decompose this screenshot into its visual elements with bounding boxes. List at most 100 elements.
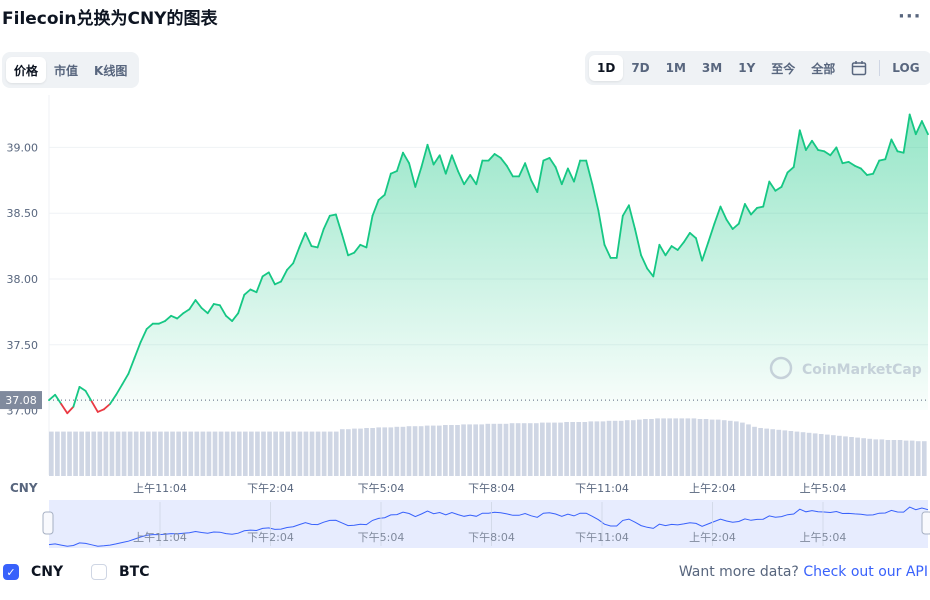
volume-bar (206, 431, 212, 476)
x-tick-label: 上午11:04 (133, 482, 187, 495)
volume-bar (861, 438, 866, 476)
price-line-segment (328, 213, 337, 217)
volume-bar (552, 422, 557, 476)
open-price-tag: 37.08 (0, 391, 42, 410)
volume-bar (576, 422, 582, 476)
navigator-x-tick-label: 下午2:04 (247, 531, 294, 544)
price-line-segment (817, 149, 826, 153)
volume-bar (564, 422, 569, 476)
volume-bar (255, 431, 260, 476)
volume-bar (267, 431, 272, 476)
volume-bar (61, 431, 66, 476)
volume-bar (764, 428, 769, 476)
price-chart[interactable]: 37.0037.5038.0038.5039.00 37.08 CoinMark… (0, 0, 930, 560)
volume-bar (915, 441, 921, 476)
volume-bar (788, 431, 794, 476)
navigator-x-tick-label: 上午2:04 (689, 531, 736, 544)
price-line-segment (841, 160, 850, 165)
volume-bar (297, 431, 303, 476)
volume-bar (376, 427, 382, 476)
volume-bar (618, 420, 624, 476)
volume-bar (145, 431, 151, 476)
volume-bar (230, 431, 236, 476)
volume-bar (921, 441, 927, 476)
volume-bar (394, 426, 400, 476)
volume-bar (152, 431, 157, 476)
volume-bar (285, 431, 291, 476)
volume-bar (521, 423, 527, 476)
volume-bar (91, 431, 97, 476)
legend-btc[interactable]: BTC (91, 564, 150, 580)
volume-bar (794, 431, 800, 476)
volume-bar (843, 436, 848, 476)
volume-bar (212, 431, 218, 476)
legend-btc-label: BTC (119, 564, 150, 580)
volume-bar (430, 425, 436, 476)
watermark-text: CoinMarketCap (802, 362, 922, 378)
volume-bar (818, 434, 824, 476)
volume-bar (491, 423, 497, 476)
volume-bar (540, 422, 545, 476)
api-link[interactable]: Check out our API (803, 564, 928, 580)
navigator-x-tick-label: 下午8:04 (468, 531, 515, 544)
volume-bar (509, 423, 515, 476)
navigator-right-handle[interactable] (921, 511, 930, 535)
x-tick-label: 下午11:04 (575, 482, 629, 495)
legend-cny[interactable]: ✓ CNY (3, 564, 63, 580)
checkbox-unchecked-icon[interactable] (91, 564, 107, 580)
volume-bar (121, 431, 127, 476)
volume-bar (73, 431, 78, 476)
volume-bar (443, 425, 448, 476)
volume-bar (127, 431, 133, 476)
x-tick-label: 下午2:04 (247, 482, 294, 495)
volume-bar (315, 431, 321, 476)
volume-bar (624, 420, 630, 476)
navigator-x-tick-label: 下午5:04 (358, 531, 405, 544)
volume-bar (194, 431, 200, 476)
y-axis: 37.0037.5038.0038.5039.00 (7, 141, 39, 417)
volume-bar (806, 432, 812, 476)
volume-bar (776, 429, 782, 476)
volume-bar (831, 435, 836, 476)
volume-bar (527, 423, 533, 476)
volume-bar (770, 429, 776, 476)
volume-bar (734, 421, 739, 476)
volume-bar (242, 431, 248, 476)
volume-bar (139, 431, 145, 476)
volume-bar (188, 431, 194, 476)
volume-bar (412, 426, 418, 476)
volume-bar (115, 431, 121, 476)
volume-bar (400, 426, 406, 476)
navigator[interactable]: 上午11:04 下午2:04 下午5:04 下午8:04 下午11:04 上午2:04 上午… (42, 500, 930, 548)
volume-bar (109, 431, 115, 476)
volume-bar (303, 431, 309, 476)
volume-bar (261, 431, 266, 476)
volume-bar (339, 429, 345, 476)
price-line-segment (96, 408, 105, 413)
volume-bar (909, 440, 915, 476)
volume-bar (903, 440, 909, 476)
volume-bar (746, 424, 751, 476)
volume-bar (824, 434, 830, 476)
volume-bar (97, 431, 103, 476)
volume-bar (358, 428, 363, 476)
volume-bar (224, 431, 230, 476)
volume-bar (703, 419, 709, 476)
price-line-segment (310, 245, 319, 249)
volume-bar (588, 421, 594, 476)
volume-bar (479, 424, 485, 476)
volume-bar (655, 418, 660, 476)
navigator-left-handle[interactable] (42, 511, 54, 535)
legend-cny-label: CNY (31, 564, 64, 580)
y-tick-label: 39.00 (7, 141, 39, 154)
volume-bar (449, 425, 454, 476)
navigator-x-tick-label: 下午11:04 (575, 531, 629, 544)
volume-bar (885, 440, 891, 476)
volume-bar (333, 431, 339, 476)
volume-bar (158, 431, 163, 476)
volume-bar (594, 421, 600, 476)
volume-bar (812, 433, 818, 476)
volume-bar (533, 423, 539, 476)
checkbox-checked-icon[interactable]: ✓ (3, 564, 19, 580)
volume-bar (867, 438, 873, 476)
